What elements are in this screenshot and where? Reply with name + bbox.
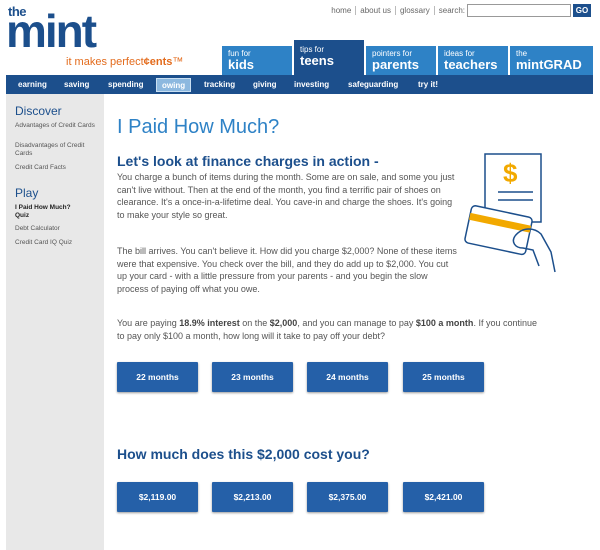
tab-teens-label: teens [300, 53, 334, 68]
page-title: I Paid How Much? [117, 116, 280, 138]
answer-button-2119[interactable]: $2,119.00 [117, 482, 198, 512]
logo-mint: mint [6, 5, 97, 57]
paragraph-3: You are paying 18.9% interest on the $2,… [117, 318, 537, 341]
tab-parents-label: parents [372, 57, 419, 72]
answer-button-2213[interactable]: $2,213.00 [212, 482, 293, 512]
sidebar-link-disadvantages[interactable]: Disadvantages of Credit Cards [15, 142, 103, 158]
search-input[interactable] [467, 4, 571, 17]
nav-owing[interactable]: owing [156, 78, 192, 92]
nav-tracking[interactable]: tracking [199, 78, 240, 92]
nav-earning[interactable]: earning [13, 78, 52, 92]
answer-button-23-months[interactable]: 23 months [212, 362, 293, 392]
nav-safeguarding[interactable]: safeguarding [343, 78, 403, 92]
tab-mintgrad-label: mintGRAD [516, 57, 582, 72]
credit-card-bill-illustration: $ [464, 153, 556, 273]
sidebar-link-facts[interactable]: Credit Card Facts [15, 164, 103, 172]
nav-spending[interactable]: spending [103, 78, 149, 92]
tab-teachers-label: teachers [444, 57, 498, 72]
answer-button-25-months[interactable]: 25 months [403, 362, 484, 392]
nav-giving[interactable]: giving [248, 78, 282, 92]
sidebar-play-heading: Play [15, 186, 39, 200]
sidebar-link-iq-quiz[interactable]: Credit Card IQ Quiz [15, 239, 103, 247]
glossary-link[interactable]: glossary [396, 6, 435, 15]
tab-teachers[interactable]: ideas for teachers [438, 46, 508, 75]
sidebar-link-debt-calculator[interactable]: Debt Calculator [15, 225, 103, 233]
sidebar-link-advantages[interactable]: Advantages of Credit Cards [15, 122, 103, 130]
tab-parents[interactable]: pointers for parents [366, 46, 436, 75]
tab-teens[interactable]: tips for teens [294, 40, 364, 75]
search-label: search: [438, 6, 465, 15]
nav-try-it[interactable]: try it! [413, 78, 443, 92]
answer-button-24-months[interactable]: 24 months [307, 362, 388, 392]
about-link[interactable]: about us [356, 6, 396, 15]
tab-mintgrad[interactable]: the mintGRAD [510, 46, 593, 75]
section-heading: Let's look at finance charges in action … [117, 153, 379, 169]
sidebar-link-paid-quiz[interactable]: I Paid How Much? Quiz [15, 204, 85, 220]
main-nav: earning saving spending owing tracking g… [6, 75, 593, 94]
top-links: home about us glossary search: [327, 6, 469, 15]
answer-button-22-months[interactable]: 22 months [117, 362, 198, 392]
sidebar-discover-heading: Discover [15, 104, 62, 118]
paragraph-1: You charge a bunch of items during the m… [117, 172, 455, 220]
answer-button-2421[interactable]: $2,421.00 [403, 482, 484, 512]
nav-investing[interactable]: investing [289, 78, 334, 92]
sidebar: Discover Advantages of Credit Cards Disa… [6, 94, 104, 550]
home-link[interactable]: home [327, 6, 357, 15]
tab-kids-label: kids [228, 57, 255, 72]
svg-text:$: $ [503, 158, 518, 188]
nav-saving[interactable]: saving [59, 78, 94, 92]
logo-tagline: it makes perfect¢ents™ [66, 56, 184, 68]
paragraph-2: The bill arrives. You can't believe it. … [117, 246, 457, 294]
answer-button-2375[interactable]: $2,375.00 [307, 482, 388, 512]
cost-heading: How much does this $2,000 cost you? [117, 446, 370, 462]
tab-kids[interactable]: fun for kids [222, 46, 292, 75]
search-go-button[interactable]: GO [573, 4, 591, 17]
